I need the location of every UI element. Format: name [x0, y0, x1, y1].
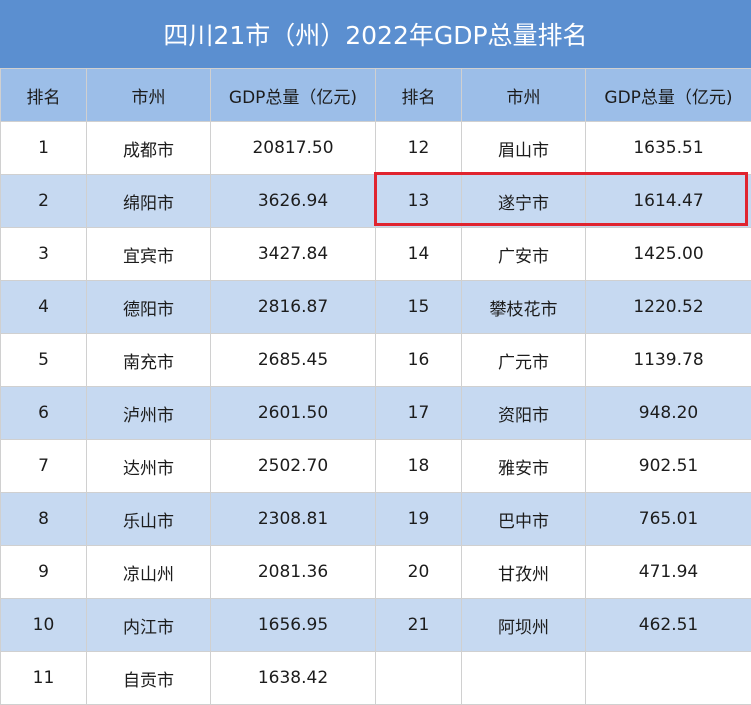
- rank-cell: 1: [1, 122, 87, 175]
- table-row: 3 宜宾市 3427.84 14 广安市 1425.00: [1, 228, 751, 281]
- city-cell: 雅安市: [462, 440, 586, 493]
- city-cell: 广安市: [462, 228, 586, 281]
- city-cell: 眉山市: [462, 122, 586, 175]
- gdp-cell: 2308.81: [211, 493, 376, 546]
- gdp-cell: 1635.51: [586, 122, 751, 175]
- gdp-cell: 2685.45: [211, 334, 376, 387]
- rank-cell: 18: [376, 440, 462, 493]
- city-cell: 巴中市: [462, 493, 586, 546]
- header-row: 排名 市州 GDP总量（亿元) 排名 市州 GDP总量（亿元): [1, 69, 751, 122]
- gdp-cell: 948.20: [586, 387, 751, 440]
- empty-cell: [462, 652, 586, 705]
- gdp-cell: 3626.94: [211, 175, 376, 228]
- gdp-cell: 2601.50: [211, 387, 376, 440]
- gdp-cell: 1139.78: [586, 334, 751, 387]
- table-row: 1 成都市 20817.50 12 眉山市 1635.51: [1, 122, 751, 175]
- rank-cell: 17: [376, 387, 462, 440]
- empty-cell: [586, 652, 751, 705]
- gdp-cell: 471.94: [586, 546, 751, 599]
- rank-cell: 12: [376, 122, 462, 175]
- table-row: 4 德阳市 2816.87 15 攀枝花市 1220.52: [1, 281, 751, 334]
- rank-cell: 11: [1, 652, 87, 705]
- gdp-cell: 2816.87: [211, 281, 376, 334]
- city-cell: 德阳市: [87, 281, 211, 334]
- rank-cell: 10: [1, 599, 87, 652]
- table-row: 5 南充市 2685.45 16 广元市 1139.78: [1, 334, 751, 387]
- rank-cell: 15: [376, 281, 462, 334]
- gdp-ranking-table: 排名 市州 GDP总量（亿元) 排名 市州 GDP总量（亿元) 1 成都市 20…: [0, 68, 751, 705]
- gdp-cell: 2502.70: [211, 440, 376, 493]
- rank-cell: 2: [1, 175, 87, 228]
- city-cell: 广元市: [462, 334, 586, 387]
- rank-cell: 13: [376, 175, 462, 228]
- table-row: 2 绵阳市 3626.94 13 遂宁市 1614.47: [1, 175, 751, 228]
- rank-cell: 3: [1, 228, 87, 281]
- city-cell: 自贡市: [87, 652, 211, 705]
- city-cell: 南充市: [87, 334, 211, 387]
- city-cell: 宜宾市: [87, 228, 211, 281]
- header-city-right: 市州: [462, 69, 586, 122]
- rank-cell: 20: [376, 546, 462, 599]
- rank-cell: 16: [376, 334, 462, 387]
- gdp-cell: 902.51: [586, 440, 751, 493]
- table-row: 6 泸州市 2601.50 17 资阳市 948.20: [1, 387, 751, 440]
- rank-cell: 7: [1, 440, 87, 493]
- gdp-cell: 1638.42: [211, 652, 376, 705]
- city-cell: 甘孜州: [462, 546, 586, 599]
- empty-cell: [376, 652, 462, 705]
- header-city-left: 市州: [87, 69, 211, 122]
- rank-cell: 21: [376, 599, 462, 652]
- rank-cell: 9: [1, 546, 87, 599]
- gdp-cell: 462.51: [586, 599, 751, 652]
- city-cell: 遂宁市: [462, 175, 586, 228]
- city-cell: 达州市: [87, 440, 211, 493]
- table-row: 7 达州市 2502.70 18 雅安市 902.51: [1, 440, 751, 493]
- table-title: 四川21市（州）2022年GDP总量排名: [0, 0, 751, 68]
- city-cell: 内江市: [87, 599, 211, 652]
- header-rank-left: 排名: [1, 69, 87, 122]
- table-row: 11 自贡市 1638.42: [1, 652, 751, 705]
- city-cell: 凉山州: [87, 546, 211, 599]
- city-cell: 绵阳市: [87, 175, 211, 228]
- city-cell: 泸州市: [87, 387, 211, 440]
- gdp-cell: 1656.95: [211, 599, 376, 652]
- rank-cell: 19: [376, 493, 462, 546]
- gdp-cell: 2081.36: [211, 546, 376, 599]
- city-cell: 成都市: [87, 122, 211, 175]
- gdp-cell: 3427.84: [211, 228, 376, 281]
- rank-cell: 5: [1, 334, 87, 387]
- table-row: 9 凉山州 2081.36 20 甘孜州 471.94: [1, 546, 751, 599]
- city-cell: 资阳市: [462, 387, 586, 440]
- rank-cell: 8: [1, 493, 87, 546]
- city-cell: 攀枝花市: [462, 281, 586, 334]
- city-cell: 乐山市: [87, 493, 211, 546]
- header-gdp-right: GDP总量（亿元): [586, 69, 751, 122]
- gdp-cell: 20817.50: [211, 122, 376, 175]
- rank-cell: 4: [1, 281, 87, 334]
- gdp-cell: 1220.52: [586, 281, 751, 334]
- table-row: 8 乐山市 2308.81 19 巴中市 765.01: [1, 493, 751, 546]
- gdp-cell: 1614.47: [586, 175, 751, 228]
- header-gdp-left: GDP总量（亿元): [211, 69, 376, 122]
- gdp-cell: 765.01: [586, 493, 751, 546]
- rank-cell: 6: [1, 387, 87, 440]
- table-row: 10 内江市 1656.95 21 阿坝州 462.51: [1, 599, 751, 652]
- city-cell: 阿坝州: [462, 599, 586, 652]
- gdp-cell: 1425.00: [586, 228, 751, 281]
- rank-cell: 14: [376, 228, 462, 281]
- header-rank-right: 排名: [376, 69, 462, 122]
